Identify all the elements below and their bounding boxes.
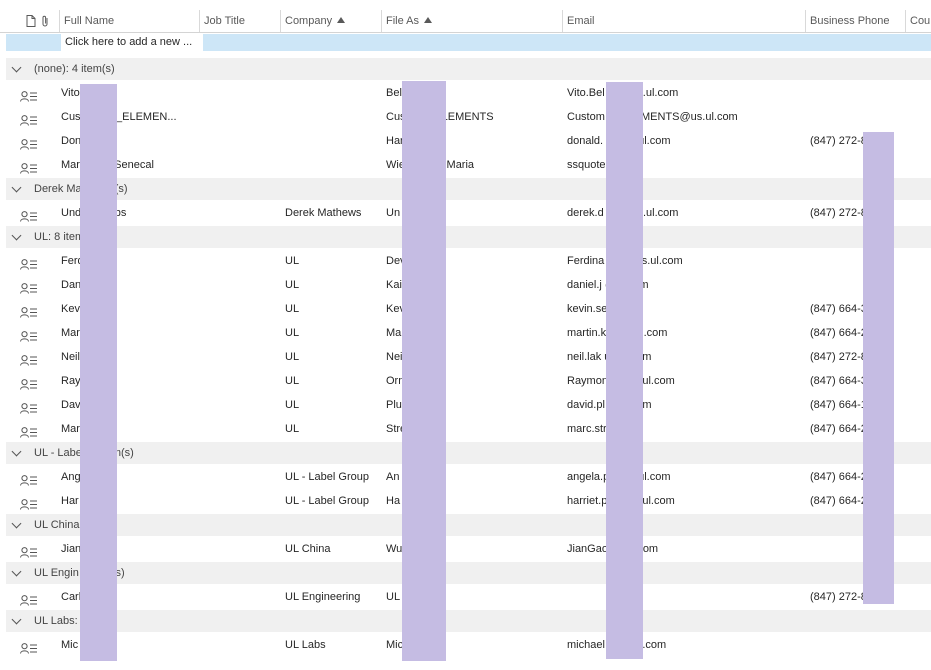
contact-card-icon bbox=[20, 639, 38, 663]
column-company[interactable]: Company bbox=[281, 10, 382, 32]
add-new-item-input[interactable]: Click here to add a new ... bbox=[61, 34, 203, 51]
contact-row[interactable]: Mar g UL Stre rc marc.str ul.com (847) 6… bbox=[0, 417, 931, 441]
contact-row[interactable]: Mar maier-Senecal Wie enecal, Maria ssqu… bbox=[0, 153, 931, 177]
contact-row[interactable]: Ray Ornias UL Orn mond Raymon nias@ul.co… bbox=[0, 369, 931, 393]
cell-email: daniel.j @ul.com bbox=[567, 279, 648, 291]
group-label: UL Labs: ) bbox=[34, 615, 85, 627]
redaction-block bbox=[863, 132, 894, 604]
group-header-none[interactable]: (none): 4 item(s) bbox=[6, 58, 931, 80]
column-email[interactable]: Email bbox=[563, 10, 806, 32]
contact-row[interactable]: Mar an UL Ma n martin.k @us.ul.com (847)… bbox=[0, 321, 931, 345]
group-header-ul[interactable]: UL: 8 item bbox=[6, 226, 931, 248]
cell-email: Custom e_ELEMENTS@us.ul.com bbox=[567, 111, 738, 123]
document-icon[interactable] bbox=[26, 15, 36, 30]
group-header-ul-labs[interactable]: UL Labs: ) bbox=[6, 610, 931, 632]
group-header-ul-china[interactable]: UL China s) bbox=[6, 514, 931, 536]
contact-row[interactable]: Und ers Labs Derek Mathews Un rs Labs de… bbox=[0, 201, 931, 225]
contact-row[interactable]: Neil ak UL Nei ak neil.lak us.ul.com (84… bbox=[0, 345, 931, 369]
column-job-title[interactable]: Job Title bbox=[200, 10, 281, 32]
group-label: UL: 8 item bbox=[34, 231, 85, 243]
cell-email: Ferdina oss@us.ul.com bbox=[567, 255, 683, 267]
cell-email: ssquote .com bbox=[567, 159, 633, 171]
group-header-derek-mathews[interactable]: Derek Ma 1 item(s) bbox=[6, 178, 931, 200]
column-business-phone[interactable]: Business Phone bbox=[806, 10, 906, 32]
contact-row[interactable]: Dav mer UL Plu avid david.pl @ul.com (84… bbox=[0, 393, 931, 417]
new-item-row[interactable]: Click here to add a new ... bbox=[6, 34, 931, 51]
cell-email: Raymon nias@ul.com bbox=[567, 375, 675, 387]
group-label: (none): 4 item(s) bbox=[34, 63, 115, 75]
cell-email: donald. n@us.ul.com bbox=[567, 135, 671, 147]
chevron-down-icon[interactable] bbox=[11, 518, 22, 529]
cell-email: neil.lak us.ul.com bbox=[567, 351, 651, 363]
sort-ascending-icon bbox=[424, 17, 433, 23]
contact-row[interactable]: Don on Har n donald. n@us.ul.com (847) 2… bbox=[0, 129, 931, 153]
group-header-ul-engineering[interactable]: UL Engin 1 item(s) bbox=[6, 562, 931, 584]
contact-row[interactable]: Carl emi UL Engineering UL ring (847) 27… bbox=[0, 585, 931, 609]
cell-email: kevin.se ul.com bbox=[567, 303, 643, 315]
cell-company: UL bbox=[285, 351, 300, 363]
cell-company: UL bbox=[285, 255, 300, 267]
cell-email: martin.k @us.ul.com bbox=[567, 327, 667, 339]
contact-row[interactable]: Jian u UL China Wu o JianGao cn.ul.com bbox=[0, 537, 931, 561]
cell-email: Vito.Bel no@us.ul.com bbox=[567, 87, 679, 99]
contact-row[interactable]: Kevi UL Kev kevin.se ul.com (847) 664-3 bbox=[0, 297, 931, 321]
cell-email: JianGao cn.ul.com bbox=[567, 543, 658, 555]
cell-company: UL bbox=[285, 279, 300, 291]
chevron-down-icon[interactable] bbox=[11, 566, 22, 577]
contact-row[interactable]: Ang ne UL - Label Group An ne angela.p @… bbox=[0, 465, 931, 489]
cell-email: michael @us.ul.com bbox=[567, 639, 666, 651]
cell-company: Derek Mathews bbox=[285, 207, 362, 219]
paperclip-icon[interactable] bbox=[41, 15, 49, 30]
column-country[interactable]: Cou bbox=[906, 10, 931, 32]
redaction-block bbox=[402, 81, 446, 661]
chevron-down-icon[interactable] bbox=[11, 230, 22, 241]
contact-row[interactable]: Ferd s UL Dev d Ferdina oss@us.ul.com bbox=[0, 249, 931, 273]
chevron-down-icon[interactable] bbox=[11, 614, 22, 625]
cell-company: UL bbox=[285, 375, 300, 387]
redaction-block bbox=[80, 84, 117, 661]
sort-ascending-icon bbox=[337, 17, 346, 23]
cell-email: angela.p @us.ul.com bbox=[567, 471, 671, 483]
contact-row[interactable]: Dan er UL Kai el daniel.j @ul.com bbox=[0, 273, 931, 297]
group-header-ul-label-group[interactable]: UL - Labe : 2 item(s) bbox=[6, 442, 931, 464]
redaction-block bbox=[606, 82, 643, 659]
cell-company: UL - Label Group bbox=[285, 471, 369, 483]
column-full-name[interactable]: Full Name bbox=[59, 10, 200, 32]
contact-row[interactable]: Vito atuono Bel o, Vito. Vito.Bel no@us.… bbox=[0, 81, 931, 105]
cell-company: UL China bbox=[285, 543, 331, 555]
cell-company: UL bbox=[285, 303, 300, 315]
cell-email: david.pl @ul.com bbox=[567, 399, 652, 411]
cell-email: marc.str ul.com bbox=[567, 423, 643, 435]
column-file-as[interactable]: File As bbox=[382, 10, 563, 32]
cell-email: derek.d ws@us.ul.com bbox=[567, 207, 678, 219]
cell-company: UL Engineering bbox=[285, 591, 361, 603]
cell-company: UL bbox=[285, 423, 300, 435]
column-header: Full Name Job Title Company File As Emai… bbox=[0, 10, 931, 33]
chevron-down-icon[interactable] bbox=[11, 446, 22, 457]
cell-company: UL bbox=[285, 327, 300, 339]
cell-email: harriet.p n@us.ul.com bbox=[567, 495, 675, 507]
contact-row[interactable]: Mic tz UL Labs Mic z michael @us.ul.com bbox=[0, 633, 931, 657]
cell-company: UL Labs bbox=[285, 639, 326, 651]
cell-company: UL bbox=[285, 399, 300, 411]
chevron-down-icon[interactable] bbox=[11, 182, 22, 193]
contact-row[interactable]: Cust ervice_ELEMEN... Cus vice_ELEMENTS … bbox=[0, 105, 931, 129]
chevron-down-icon[interactable] bbox=[11, 62, 22, 73]
contact-row[interactable]: Har gen UL - Label Group Ha en harriet.p… bbox=[0, 489, 931, 513]
cell-company: UL - Label Group bbox=[285, 495, 369, 507]
